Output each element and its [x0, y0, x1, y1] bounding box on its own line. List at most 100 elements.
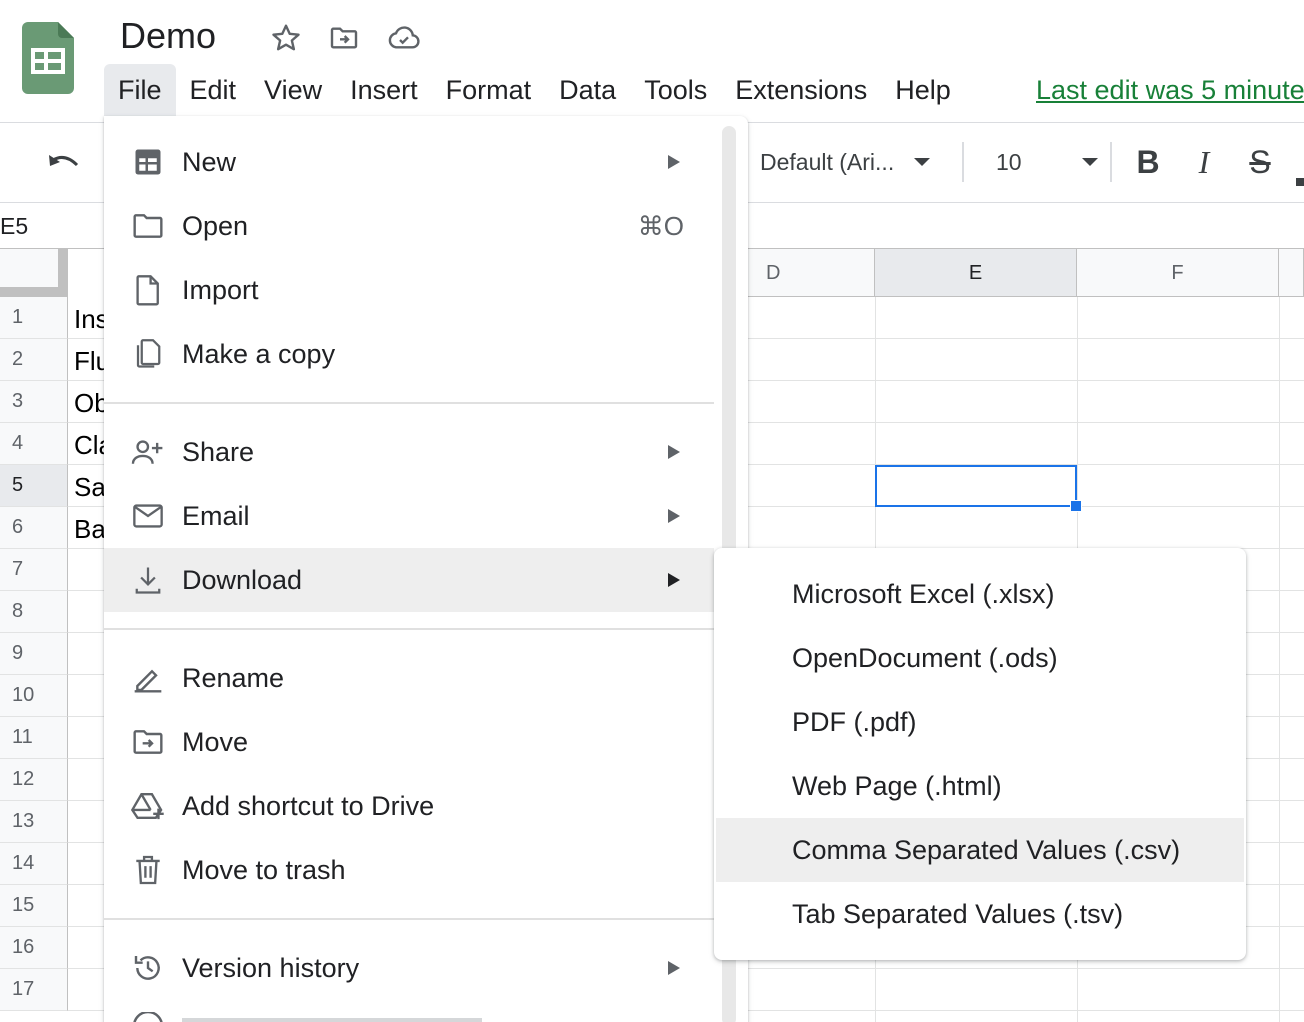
- menu-edit[interactable]: Edit: [176, 64, 251, 116]
- row-header[interactable]: 2: [0, 339, 68, 381]
- row-header[interactable]: 15: [0, 885, 68, 927]
- download-csv[interactable]: Comma Separated Values (.csv): [716, 818, 1244, 882]
- email-icon: [130, 498, 166, 534]
- fill-handle[interactable]: [1070, 500, 1082, 512]
- menu-divider: [104, 402, 714, 404]
- column-header-e[interactable]: E: [875, 249, 1077, 297]
- file-menu-move-to-trash[interactable]: Move to trash: [104, 838, 714, 902]
- grid-column-line: [1279, 297, 1280, 1022]
- submenu-arrow-icon: [666, 572, 682, 588]
- name-box[interactable]: E5: [0, 208, 100, 244]
- download-html[interactable]: Web Page (.html): [716, 754, 1244, 818]
- submenu-item-label: Comma Separated Values (.csv): [792, 834, 1181, 865]
- chevron-down-icon: [914, 157, 931, 167]
- row-header[interactable]: 1: [0, 297, 68, 339]
- submenu-arrow-icon: [666, 508, 682, 524]
- menu-data[interactable]: Data: [545, 64, 630, 116]
- row-header[interactable]: 9: [0, 633, 68, 675]
- cell-a5[interactable]: Sa: [68, 465, 108, 507]
- column-header-d[interactable]: D: [748, 249, 875, 297]
- menu-help[interactable]: Help: [881, 64, 965, 116]
- menu-tools[interactable]: Tools: [630, 64, 721, 116]
- row-header[interactable]: 13: [0, 801, 68, 843]
- strikethrough-button[interactable]: S: [1238, 140, 1282, 184]
- cell-a6[interactable]: Ba: [68, 507, 108, 549]
- bold-button[interactable]: B: [1126, 140, 1170, 184]
- file-menu-open[interactable]: Open ⌘O: [104, 194, 714, 258]
- menu-item-label: Move to trash: [182, 854, 346, 885]
- download-ods[interactable]: OpenDocument (.ods): [716, 626, 1244, 690]
- row-header[interactable]: 8: [0, 591, 68, 633]
- download-xlsx[interactable]: Microsoft Excel (.xlsx): [716, 562, 1244, 626]
- file-menu-move[interactable]: Move: [104, 710, 714, 774]
- trash-icon: [130, 852, 166, 888]
- row-header[interactable]: 14: [0, 843, 68, 885]
- file-menu-next-item-cropped: [130, 1012, 550, 1022]
- copy-icon: [130, 336, 166, 372]
- undo-icon[interactable]: [40, 140, 88, 184]
- last-edit-link[interactable]: Last edit was 5 minute: [1036, 64, 1304, 116]
- row-header[interactable]: 10: [0, 675, 68, 717]
- menu-insert[interactable]: Insert: [336, 64, 432, 116]
- file-menu-import[interactable]: Import: [104, 258, 714, 322]
- cloud-status-icon[interactable]: [386, 20, 422, 56]
- column-header-g[interactable]: [1279, 249, 1304, 297]
- row-header[interactable]: 12: [0, 759, 68, 801]
- cell-a3[interactable]: Ob: [68, 381, 108, 423]
- submenu-item-label: PDF (.pdf): [792, 706, 917, 737]
- freeze-handle-horizontal[interactable]: [0, 287, 68, 297]
- menu-extensions[interactable]: Extensions: [721, 64, 881, 116]
- row-header[interactable]: 7: [0, 549, 68, 591]
- menu-view[interactable]: View: [250, 64, 336, 116]
- menu-item-label: Email: [182, 500, 250, 531]
- menu-item-label: Import: [182, 274, 259, 305]
- row-header[interactable]: 16: [0, 927, 68, 969]
- menu-item-label: Open: [182, 210, 249, 241]
- download-pdf[interactable]: PDF (.pdf): [716, 690, 1244, 754]
- menu-item-label: Version history: [182, 952, 360, 983]
- row-header[interactable]: 3: [0, 381, 68, 423]
- cell-a1[interactable]: Ins: [68, 297, 108, 339]
- cell-a2[interactable]: Flu: [68, 339, 108, 381]
- shortcut-label: ⌘O: [637, 210, 684, 241]
- row-header[interactable]: 17: [0, 969, 68, 1011]
- document-title[interactable]: Demo: [120, 12, 216, 60]
- move-folder-icon: [130, 724, 166, 760]
- menu-item-label: Download: [182, 564, 303, 595]
- file-menu-make-copy[interactable]: Make a copy: [104, 322, 714, 386]
- selected-cell-e5[interactable]: [875, 465, 1077, 507]
- file-menu-share[interactable]: Share: [104, 420, 714, 484]
- folder-icon: [130, 208, 166, 244]
- file-menu-version-history[interactable]: Version history: [104, 936, 714, 1000]
- row-header[interactable]: 6: [0, 507, 68, 549]
- toolbar-overflow-icon[interactable]: [1296, 178, 1304, 186]
- star-icon[interactable]: [268, 20, 304, 56]
- toolbar-divider: [1110, 142, 1112, 182]
- font-size-value: 10: [996, 148, 1022, 175]
- file-menu-new[interactable]: New: [104, 130, 714, 194]
- font-size-select[interactable]: 10: [996, 140, 1098, 184]
- menu-file[interactable]: File: [104, 64, 176, 116]
- row-header[interactable]: 4: [0, 423, 68, 465]
- menu-item-label: Add shortcut to Drive: [182, 790, 435, 821]
- column-header-f[interactable]: F: [1077, 249, 1279, 297]
- person-add-icon: [130, 434, 166, 470]
- row-header[interactable]: 5: [0, 465, 68, 507]
- row-header[interactable]: 11: [0, 717, 68, 759]
- cell-a4[interactable]: Cla: [68, 423, 108, 465]
- italic-button[interactable]: I: [1182, 140, 1226, 184]
- menu-divider: [104, 918, 714, 920]
- sheets-logo-icon[interactable]: [22, 22, 74, 94]
- submenu-arrow-icon: [666, 960, 682, 976]
- move-folder-icon[interactable]: [326, 20, 362, 56]
- submenu-arrow-icon: [666, 444, 682, 460]
- history-icon: [130, 950, 166, 986]
- file-menu-rename[interactable]: Rename: [104, 646, 714, 710]
- file-menu-download[interactable]: Download: [104, 548, 714, 612]
- font-family-select[interactable]: Default (Ari...: [760, 140, 931, 184]
- menu-format[interactable]: Format: [432, 64, 546, 116]
- download-tsv[interactable]: Tab Separated Values (.tsv): [716, 882, 1244, 946]
- file-menu-add-shortcut[interactable]: Add shortcut to Drive: [104, 774, 714, 838]
- file-menu-email[interactable]: Email: [104, 484, 714, 548]
- menu-item-label: New: [182, 146, 237, 177]
